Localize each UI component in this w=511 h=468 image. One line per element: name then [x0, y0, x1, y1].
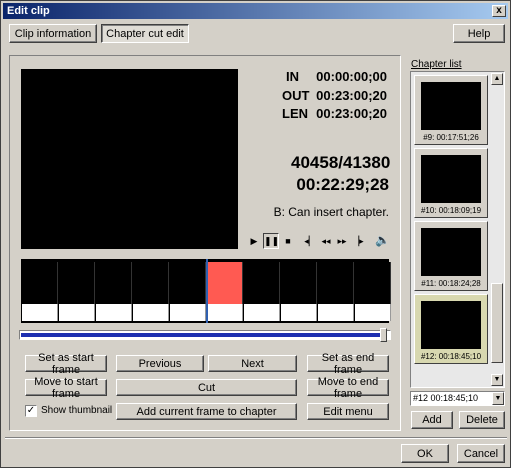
seek-slider-fill: [21, 333, 383, 337]
tab-chapter-cut-edit[interactable]: Chapter cut edit: [101, 24, 189, 43]
chapter-item-caption: #10: 00:18:09;19: [420, 206, 482, 215]
stop-icon[interactable]: ■: [281, 234, 295, 248]
close-icon[interactable]: x: [492, 5, 506, 17]
video-preview: [21, 69, 238, 249]
pause-icon[interactable]: ❚❚: [263, 233, 279, 249]
strip-frame[interactable]: [355, 262, 391, 321]
frame-counter: 40458/41380: [291, 153, 391, 172]
out-value: 00:23:00;20: [316, 88, 387, 103]
strip-frame[interactable]: [281, 262, 317, 321]
chapter-item[interactable]: #9: 00:17:51;26: [414, 75, 488, 145]
thumbnail-strip[interactable]: [21, 259, 391, 323]
chapter-item[interactable]: #11: 00:18:24;28: [414, 221, 488, 291]
strip-frame[interactable]: [96, 262, 132, 321]
divider: [5, 437, 507, 439]
chapter-select[interactable]: #12 00:18:45;10 ▼: [410, 391, 505, 406]
scroll-down-icon[interactable]: ▼: [491, 374, 503, 386]
cut-button[interactable]: Cut: [116, 379, 297, 396]
play-icon[interactable]: ▶: [247, 234, 261, 248]
in-value: 00:00:00;00: [316, 69, 387, 84]
prev-chapter-icon[interactable]: ◂▏: [303, 234, 317, 248]
len-label: LEN: [282, 106, 308, 121]
set-start-frame-button[interactable]: Set as start frame: [25, 352, 107, 376]
strip-frame-selected[interactable]: [207, 262, 243, 321]
chapter-list-scrollbar[interactable]: ▲ ▼: [491, 73, 503, 386]
strip-frame[interactable]: [318, 262, 354, 321]
speaker-icon[interactable]: 🔈: [375, 233, 390, 247]
delete-chapter-button[interactable]: Delete: [459, 411, 505, 429]
help-button[interactable]: Help: [453, 24, 505, 43]
forward-icon[interactable]: ▸▸: [335, 234, 349, 248]
ok-button[interactable]: OK: [401, 444, 449, 463]
current-timecode: 00:22:29;28: [296, 175, 389, 194]
chapter-select-value: #12 00:18:45;10: [413, 393, 479, 403]
strip-frame[interactable]: [59, 262, 95, 321]
chapter-list-title: Chapter list: [411, 59, 462, 70]
add-current-frame-button[interactable]: Add current frame to chapter: [116, 403, 297, 420]
playhead-marker: [206, 259, 208, 323]
scrollbar-thumb[interactable]: [491, 283, 503, 363]
move-end-frame-button[interactable]: Move to end frame: [307, 376, 389, 400]
previous-button[interactable]: Previous: [116, 355, 204, 372]
next-button[interactable]: Next: [208, 355, 297, 372]
seek-slider-track[interactable]: [19, 328, 391, 342]
tab-clip-information[interactable]: Clip information: [9, 24, 97, 43]
chapter-item-selected[interactable]: #12: 00:18:45;10: [414, 294, 488, 364]
set-end-frame-button[interactable]: Set as end frame: [307, 352, 389, 376]
chapter-item-caption: #12: 00:18:45;10: [420, 352, 482, 361]
chapter-item[interactable]: #10: 00:18:09;19: [414, 148, 488, 218]
seek-slider-thumb[interactable]: [380, 328, 387, 342]
out-label: OUT: [282, 88, 310, 103]
window-title: Edit clip: [7, 5, 50, 17]
len-value: 00:23:00;20: [316, 106, 387, 121]
edit-menu-button[interactable]: Edit menu: [307, 403, 389, 420]
in-label: IN: [286, 69, 299, 84]
strip-frame[interactable]: [244, 262, 280, 321]
scroll-up-icon[interactable]: ▲: [491, 73, 503, 85]
title-bar: Edit clip x: [3, 3, 508, 19]
strip-frame[interactable]: [170, 262, 206, 321]
edit-clip-window: Edit clip x Clip information Chapter cut…: [0, 0, 511, 468]
show-thumbnail-label: Show thumbnail: [41, 405, 113, 416]
next-chapter-icon[interactable]: ▕▸: [351, 234, 365, 248]
add-chapter-button[interactable]: Add: [411, 411, 453, 429]
strip-frame[interactable]: [133, 262, 169, 321]
cancel-button[interactable]: Cancel: [457, 444, 505, 463]
show-thumbnail-checkbox[interactable]: ✓: [25, 405, 37, 417]
status-text: B: Can insert chapter.: [273, 205, 389, 219]
chapter-item-caption: #11: 00:18:24;28: [421, 279, 481, 288]
move-start-frame-button[interactable]: Move to start frame: [25, 376, 107, 400]
rewind-icon[interactable]: ◂◂: [319, 234, 333, 248]
chevron-down-icon[interactable]: ▼: [492, 392, 504, 405]
chapter-item-caption: #9: 00:17:51;26: [423, 133, 479, 142]
strip-frame[interactable]: [22, 262, 58, 321]
